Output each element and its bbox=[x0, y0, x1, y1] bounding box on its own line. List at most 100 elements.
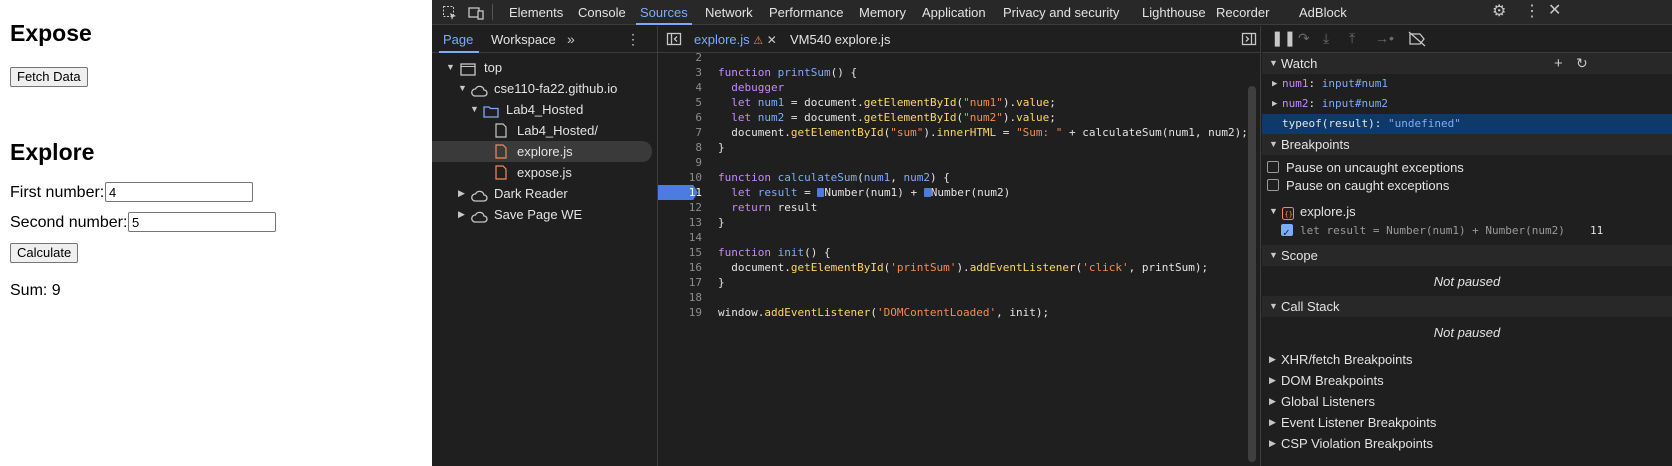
heading-expose: Expose bbox=[10, 20, 92, 46]
deactivate-breakpoints-icon[interactable] bbox=[1408, 31, 1426, 49]
editor-tab-explore-js[interactable]: explore.js ⚠ ✕ bbox=[694, 26, 777, 53]
code-line-7: document.getElementById("sum").innerHTML… bbox=[718, 126, 1248, 139]
devtools-tabbar: Elements Console Sources Network Perform… bbox=[432, 0, 1672, 25]
more-tabs-chevron-icon[interactable]: » bbox=[567, 32, 575, 46]
tree-item-top[interactable]: ▼ top bbox=[432, 57, 652, 78]
inspect-element-icon[interactable] bbox=[442, 5, 458, 23]
expanded-triangle-icon: ▼ bbox=[446, 62, 455, 72]
tab-lighthouse[interactable]: Lighthouse bbox=[1142, 0, 1206, 25]
fetch-data-button[interactable]: Fetch Data bbox=[10, 67, 88, 87]
watch-section-header[interactable]: ▼ Watch + ↻ bbox=[1262, 53, 1672, 74]
devtools-panel: Elements Console Sources Network Perform… bbox=[432, 0, 1672, 466]
more-options-icon[interactable]: ⋮ bbox=[1524, 4, 1540, 20]
collapsed-triangle-icon: ▶ bbox=[1272, 79, 1278, 89]
tab-elements[interactable]: Elements bbox=[509, 0, 563, 25]
navigator-tab-page[interactable]: Page bbox=[438, 26, 480, 53]
tab-performance[interactable]: Performance bbox=[769, 0, 843, 25]
add-watch-icon[interactable]: + bbox=[1554, 53, 1563, 74]
section-title: Watch bbox=[1281, 56, 1318, 71]
code-line-10: function calculateSum(num1, num2) { bbox=[718, 171, 950, 184]
tab-memory[interactable]: Memory bbox=[859, 0, 906, 25]
watch-name: num2 bbox=[1282, 97, 1309, 110]
svg-text:{}: {} bbox=[1285, 211, 1293, 219]
code-area[interactable]: function printSum() { debugger let num1 … bbox=[658, 50, 1248, 350]
step-out-icon[interactable]: ⤒ bbox=[1349, 31, 1355, 45]
pause-uncaught-checkbox[interactable] bbox=[1267, 161, 1279, 173]
code-line-4: debugger bbox=[731, 81, 785, 94]
tab-console[interactable]: Console bbox=[578, 0, 626, 25]
tree-item-explore-js[interactable]: explore.js bbox=[432, 141, 652, 162]
refresh-icon[interactable]: ↻ bbox=[1576, 53, 1588, 74]
tree-item-folder[interactable]: ▼ Lab4_Hosted bbox=[432, 99, 652, 120]
code-line-16: document.getElementById('printSum').addE… bbox=[718, 261, 1209, 274]
editor-tab-vm540[interactable]: VM540 explore.js bbox=[790, 26, 890, 53]
inline-breakpoint-icon[interactable] bbox=[923, 188, 931, 197]
tree-label: expose.js bbox=[517, 165, 572, 180]
watch-item-selected[interactable]: typeof(result): "undefined" bbox=[1262, 114, 1672, 134]
xhr-breakpoints-section[interactable]: ▶ XHR/fetch Breakpoints bbox=[1262, 349, 1672, 370]
second-number-input[interactable] bbox=[128, 212, 276, 232]
pause-caught-row[interactable]: Pause on caught exceptions bbox=[1262, 175, 1672, 196]
breakpoint-line: 11 bbox=[1590, 224, 1604, 237]
breakpoint-enabled-checkbox[interactable] bbox=[1281, 222, 1293, 243]
collapsed-triangle-icon: ▶ bbox=[1269, 396, 1276, 406]
tab-adblock[interactable]: AdBlock bbox=[1299, 0, 1347, 25]
tab-application[interactable]: Application bbox=[922, 0, 986, 25]
device-toolbar-icon[interactable] bbox=[468, 5, 484, 23]
first-number-input[interactable] bbox=[105, 182, 253, 202]
toggle-navigator-icon[interactable] bbox=[666, 31, 682, 49]
expanded-triangle-icon: ▼ bbox=[1269, 250, 1278, 260]
heading-explore: Explore bbox=[10, 139, 95, 165]
settings-gear-icon[interactable]: ⚙ bbox=[1492, 4, 1506, 20]
watch-item[interactable]: ▶ num2: input#num2 bbox=[1262, 94, 1672, 114]
second-number-label: Second number: bbox=[10, 214, 128, 231]
breakpoints-section-header[interactable]: ▼ Breakpoints bbox=[1262, 134, 1672, 155]
close-devtools-icon[interactable]: ✕ bbox=[1548, 3, 1561, 19]
watch-value: input#num2 bbox=[1321, 97, 1388, 110]
calculate-button[interactable]: Calculate bbox=[10, 243, 79, 263]
close-tab-icon[interactable]: ✕ bbox=[767, 33, 777, 47]
tree-item-expose-js[interactable]: expose.js bbox=[432, 162, 652, 183]
navigator-menu-icon[interactable]: ⋮ bbox=[626, 32, 640, 46]
tree-item-save-page-we[interactable]: ▶ Save Page WE bbox=[432, 204, 652, 225]
event-listener-breakpoints-section[interactable]: ▶ Event Listener Breakpoints bbox=[1262, 412, 1672, 433]
navigator-tab-workspace[interactable]: Workspace bbox=[491, 26, 556, 53]
pause-caught-checkbox[interactable] bbox=[1267, 179, 1279, 191]
dom-breakpoints-section[interactable]: ▶ DOM Breakpoints bbox=[1262, 370, 1672, 391]
breakpoint-entry[interactable]: let result = Number(num1) + Number(num2)… bbox=[1262, 220, 1672, 243]
expanded-triangle-icon: ▼ bbox=[1269, 139, 1278, 149]
tab-privacy-security[interactable]: Privacy and security bbox=[1003, 0, 1119, 25]
expanded-triangle-icon: ▼ bbox=[458, 83, 467, 93]
collapsed-triangle-icon: ▶ bbox=[1269, 354, 1276, 364]
scope-section-header[interactable]: ▼ Scope bbox=[1262, 245, 1672, 266]
navigator-tabs: Page Workspace » ⋮ bbox=[432, 26, 658, 53]
section-title: Global Listeners bbox=[1281, 394, 1375, 409]
web-page: Expose Fetch Data Explore First number: … bbox=[0, 0, 432, 466]
toggle-debugger-icon[interactable] bbox=[1241, 31, 1257, 49]
csp-violation-breakpoints-section[interactable]: ▶ CSP Violation Breakpoints bbox=[1262, 433, 1672, 454]
step-into-icon[interactable]: ⤓ bbox=[1323, 31, 1329, 45]
global-listeners-section[interactable]: ▶ Global Listeners bbox=[1262, 391, 1672, 412]
watch-item[interactable]: ▶ num1: input#num1 bbox=[1262, 74, 1672, 94]
code-line-17: } bbox=[718, 276, 725, 289]
inline-breakpoint-icon[interactable] bbox=[817, 188, 825, 197]
tree-item-dark-reader[interactable]: ▶ Dark Reader bbox=[432, 183, 652, 204]
tab-recorder[interactable]: Recorder bbox=[1216, 0, 1269, 25]
editor-tabs: explore.js ⚠ ✕ VM540 explore.js bbox=[658, 26, 1261, 53]
tree-item-index[interactable]: Lab4_Hosted/ bbox=[432, 120, 652, 141]
section-title: DOM Breakpoints bbox=[1281, 373, 1384, 388]
first-number-label: First number: bbox=[10, 184, 105, 201]
step-icon[interactable]: →• bbox=[1375, 31, 1394, 45]
call-stack-section-header[interactable]: ▼ Call Stack bbox=[1262, 296, 1672, 317]
tree-item-origin[interactable]: ▼ cse110-fa22.github.io bbox=[432, 78, 652, 99]
pause-resume-icon[interactable]: ❚❚ bbox=[1271, 31, 1296, 46]
collapsed-triangle-icon: ▶ bbox=[1269, 375, 1276, 385]
tab-sources[interactable]: Sources bbox=[636, 0, 692, 25]
tab-network[interactable]: Network bbox=[705, 0, 753, 25]
breakpoint-file-row[interactable]: ▼ {} explore.js bbox=[1262, 201, 1672, 222]
editor-scrollbar[interactable] bbox=[1248, 86, 1256, 462]
checkbox-label: Pause on caught exceptions bbox=[1286, 178, 1450, 193]
call-stack-status: Not paused bbox=[1433, 325, 1501, 340]
warning-icon: ⚠ bbox=[753, 35, 764, 47]
step-over-icon[interactable]: ↷ bbox=[1298, 31, 1310, 45]
